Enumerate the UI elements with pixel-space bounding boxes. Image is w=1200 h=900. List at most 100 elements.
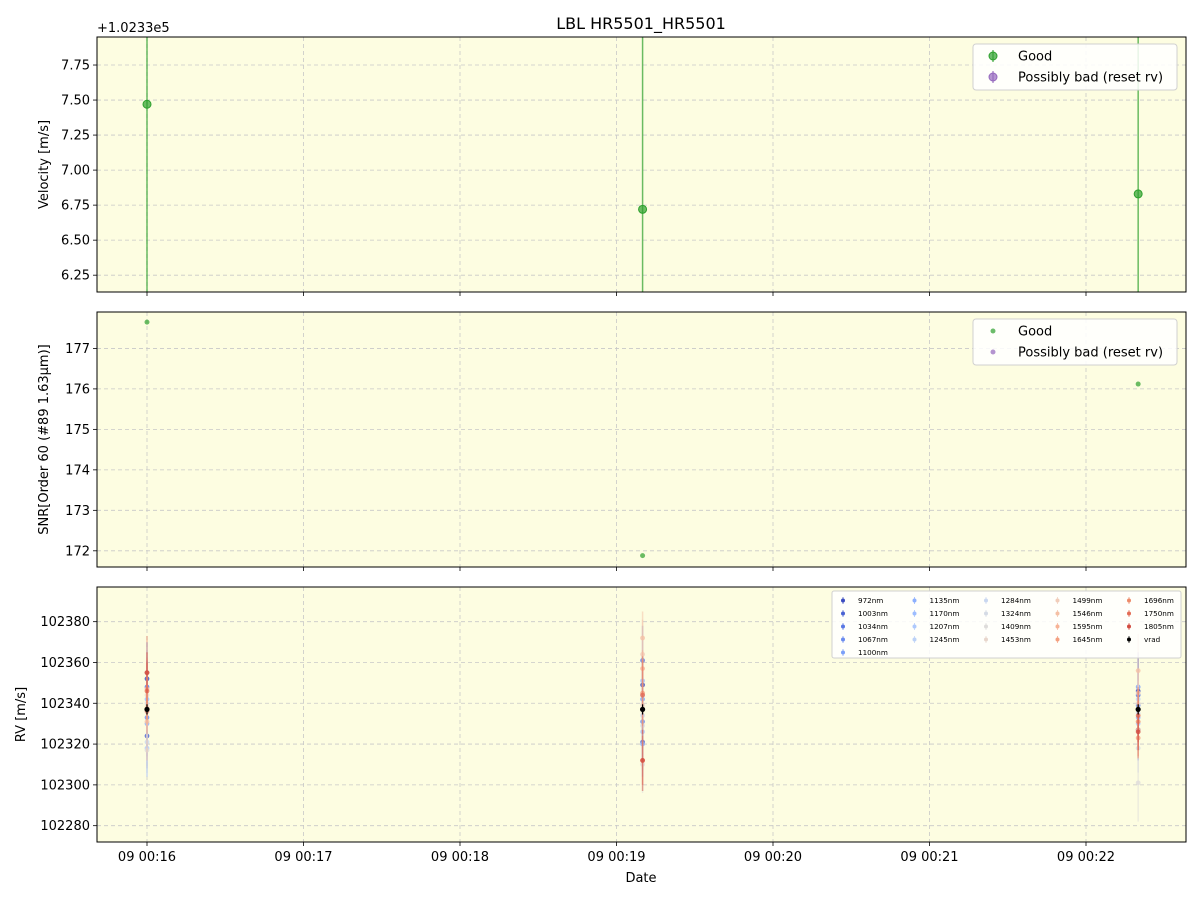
panel-snr: 172 173 174 175 176 177 SNR[Order 60 (#89 1.63… — [37, 311, 1187, 571]
legend-marker — [1055, 611, 1060, 616]
legend-marker — [841, 650, 845, 655]
legend-label: Good — [1018, 325, 1052, 340]
data-point-vrad — [1135, 706, 1141, 713]
legend-label: 1284nm — [1001, 596, 1031, 605]
y-tick-label: 174 — [65, 463, 90, 478]
y-tick-label: 102320 — [40, 738, 90, 753]
y-tick-label: 176 — [65, 382, 90, 397]
data-point-1750nm — [640, 692, 645, 698]
legend-marker — [841, 598, 845, 603]
chart-title: LBL HR5501_HR5501 — [556, 14, 726, 34]
panel-velocity: 6.25 6.50 6.75 7.00 7.25 7.50 7.75 Velocity [m/… — [37, 21, 1187, 296]
x-tick-label: 09 00:18 — [431, 850, 489, 865]
legend: Good Possibly bad (reset rv) — [972, 43, 1178, 91]
axis-offset-text: +1.0233e5 — [97, 21, 170, 36]
y-tick-label: 102280 — [40, 819, 90, 834]
legend-marker — [1055, 637, 1060, 642]
y-tick-label: 102380 — [40, 615, 90, 630]
data-point-good — [1133, 189, 1143, 199]
y-tick-label: 6.75 — [61, 199, 90, 214]
y-tick-label: 7.75 — [61, 59, 90, 74]
legend-label: 1453nm — [1001, 635, 1031, 644]
x-tick-label: 09 00:17 — [274, 850, 332, 865]
legend-label: 1245nm — [930, 635, 960, 644]
y-tick-label: 173 — [65, 504, 90, 519]
panel-rv: 102280 102300 102320 102340 102360 102380 09 0… — [14, 586, 1187, 865]
legend-label: 1324nm — [1001, 609, 1031, 618]
legend-marker — [984, 611, 988, 616]
x-tick-label: 09 00:20 — [744, 850, 802, 865]
y-tick-label: 102360 — [40, 656, 90, 671]
legend-marker — [988, 72, 998, 82]
legend-label: 1207nm — [930, 622, 960, 631]
y-tick-label: 6.25 — [61, 269, 90, 284]
legend-label: 1135nm — [930, 596, 960, 605]
legend-label: 1499nm — [1073, 596, 1103, 605]
legend-label: Good — [1018, 50, 1052, 65]
data-point-1546nm — [640, 635, 645, 641]
legend-marker — [1055, 598, 1060, 603]
x-tick-label: 09 00:21 — [900, 850, 958, 865]
data-point-1409nm — [1135, 780, 1141, 786]
legend-label: 1696nm — [1144, 596, 1174, 605]
legend-label: 1595nm — [1073, 622, 1103, 631]
data-point-1546nm — [1135, 668, 1141, 674]
y-tick-label: 102340 — [40, 697, 90, 712]
legend-marker — [912, 611, 917, 616]
data-point-vrad — [639, 706, 646, 713]
x-tick-label: 09 00:19 — [587, 850, 645, 865]
legend-label: 1170nm — [930, 609, 960, 618]
y-tick-label: 7.50 — [61, 94, 90, 109]
y-tick-label: 172 — [65, 544, 90, 559]
legend-marker — [990, 328, 996, 334]
legend-label: 1645nm — [1073, 635, 1103, 644]
legend-marker — [984, 598, 988, 603]
y-axis-label: SNR[Order 60 (#89 1.63μm)] — [37, 344, 52, 535]
legend-label: 1067nm — [858, 635, 888, 644]
legend-marker — [1127, 624, 1131, 629]
y-tick-label: 175 — [65, 423, 90, 438]
legend-marker — [1055, 624, 1060, 629]
legend-marker — [1127, 637, 1131, 642]
legend-marker — [841, 611, 845, 616]
y-axis-label: RV [m/s] — [14, 687, 29, 742]
x-axis-label: Date — [625, 871, 656, 886]
legend-label: 1805nm — [1144, 622, 1174, 631]
data-point-1805nm — [1135, 729, 1141, 735]
data-point-good — [142, 99, 152, 109]
legend-marker — [912, 598, 917, 603]
legend-label: 1034nm — [858, 622, 888, 631]
legend-marker — [912, 637, 917, 642]
legend-marker — [984, 637, 988, 642]
legend-marker — [984, 624, 988, 629]
data-point-good — [144, 319, 150, 325]
legend-marker — [841, 624, 845, 629]
legend-marker — [912, 624, 917, 629]
legend-marker — [988, 51, 998, 61]
data-point-vrad — [144, 706, 150, 713]
data-point-1805nm — [144, 670, 150, 676]
y-tick-label: 177 — [65, 342, 90, 357]
legend: 972nm 1003nm 1034nm 1067nm 1100nm 1135nm 1170n… — [831, 590, 1182, 659]
y-tick-label: 6.50 — [61, 234, 90, 249]
legend-label: 1100nm — [858, 648, 888, 657]
legend-label: 1003nm — [858, 609, 888, 618]
legend-label: Possibly bad (reset rv) — [1018, 346, 1163, 361]
legend-marker — [841, 637, 845, 642]
data-point-good — [1135, 381, 1141, 387]
x-tick-label: 09 00:16 — [118, 850, 176, 865]
figure: LBL HR5501_HR5501 6.25 6.50 6.75 7.00 7.25 7.… — [14, 14, 1187, 886]
legend-label: 972nm — [858, 596, 883, 605]
legend-label: Possibly bad (reset rv) — [1018, 71, 1163, 86]
data-point-good — [640, 553, 646, 559]
legend-label: vrad — [1144, 635, 1160, 644]
y-axis-label: Velocity [m/s] — [37, 120, 52, 209]
y-tick-label: 7.25 — [61, 129, 90, 144]
legend-label: 1409nm — [1001, 622, 1031, 631]
y-tick-label: 102300 — [40, 778, 90, 793]
data-point-good — [638, 204, 648, 214]
legend: Good Possibly bad (reset rv) — [972, 318, 1178, 366]
x-tick-label: 09 00:22 — [1057, 850, 1115, 865]
legend-marker — [990, 349, 996, 355]
legend-label: 1546nm — [1073, 609, 1103, 618]
